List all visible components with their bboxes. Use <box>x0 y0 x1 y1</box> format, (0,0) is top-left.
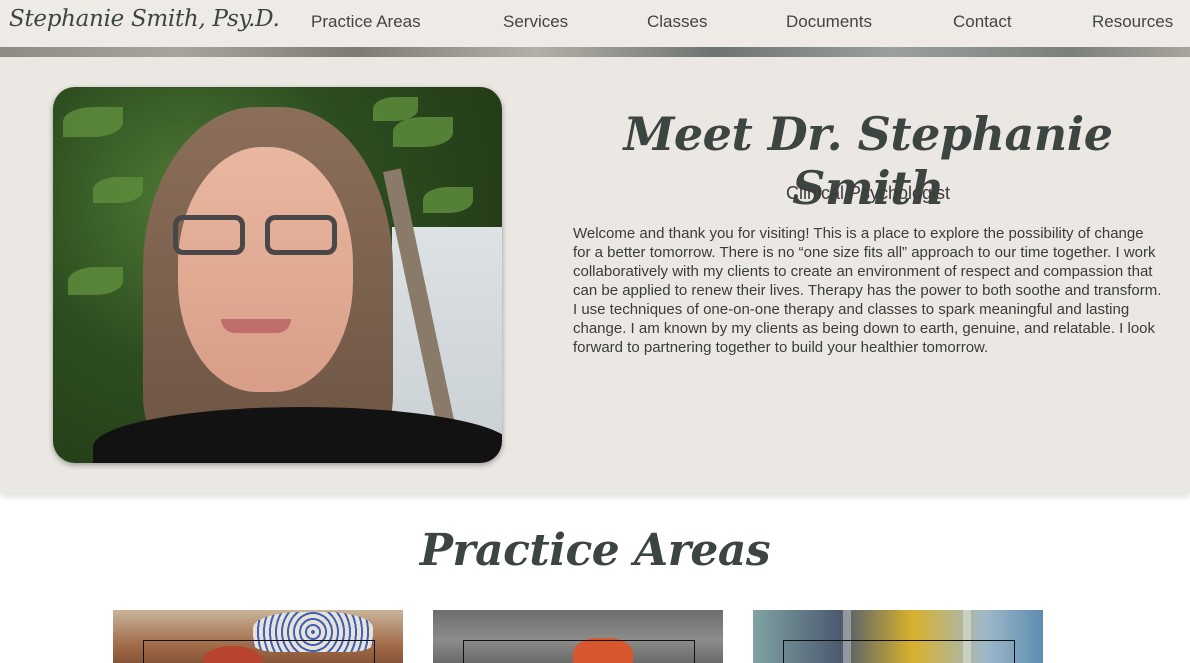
nav-link-services[interactable]: Services <box>503 12 568 32</box>
practice-card[interactable] <box>113 610 403 663</box>
practice-card-label-box <box>463 640 695 663</box>
top-nav: Stephanie Smith, Psy.D. Practice Areas S… <box>0 0 1190 47</box>
nav-link-documents[interactable]: Documents <box>786 12 872 32</box>
nav-link-classes[interactable]: Classes <box>647 12 707 32</box>
header-banner-strip <box>0 47 1190 57</box>
practice-card[interactable] <box>753 610 1043 663</box>
nav-link-contact[interactable]: Contact <box>953 12 1012 32</box>
practice-card[interactable] <box>433 610 723 663</box>
brand-logo-link[interactable]: Stephanie Smith, Psy.D. <box>9 6 280 32</box>
practice-areas-heading: Practice Areas <box>419 525 771 576</box>
practice-card-label-box <box>783 640 1015 663</box>
hero-section: Meet Dr. Stephanie Smith Clinical Psycho… <box>0 57 1190 493</box>
nav-link-practice-areas[interactable]: Practice Areas <box>311 12 421 32</box>
hero-subtitle: Clinical Psychologist <box>785 183 951 203</box>
nav-link-resources[interactable]: Resources <box>1092 12 1173 32</box>
hero-intro-text: Welcome and thank you for visiting! This… <box>573 225 1162 356</box>
practice-card-label-box <box>143 640 375 663</box>
portrait-photo <box>53 87 502 463</box>
